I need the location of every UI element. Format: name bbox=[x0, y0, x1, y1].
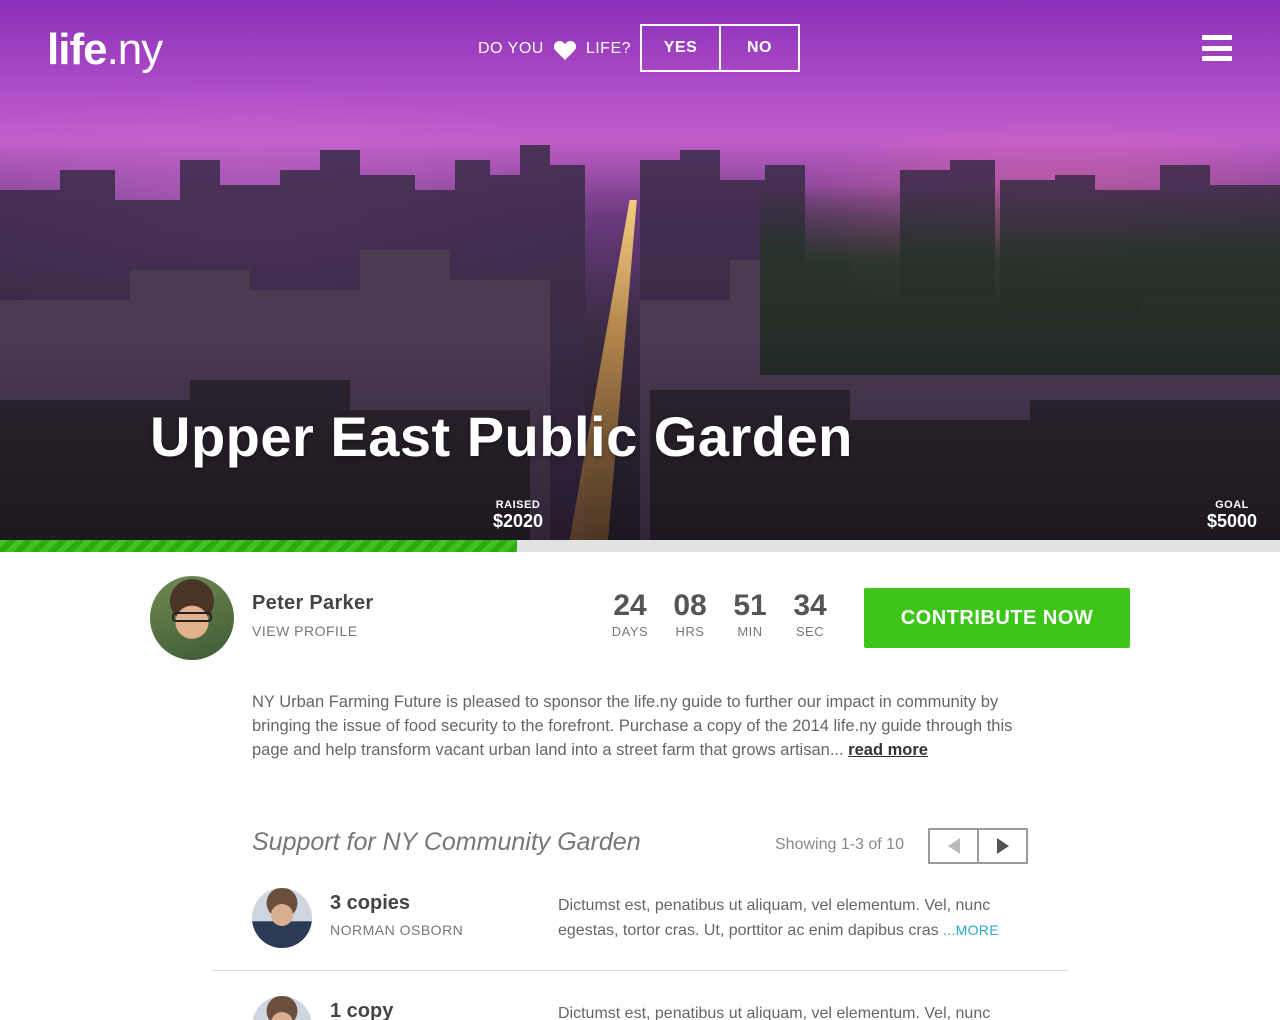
goal-value: $5000 bbox=[1206, 511, 1258, 531]
countdown-minutes-value: 51 bbox=[733, 589, 767, 622]
countdown-seconds-value: 34 bbox=[793, 589, 827, 622]
prev-page-button[interactable] bbox=[930, 830, 977, 862]
countdown-days-value: 24 bbox=[613, 589, 647, 622]
hero-banner: life.ny DO YOU LIFE? YES NO Upper East P… bbox=[0, 0, 1280, 540]
supporter-message-text: Dictumst est, penatibus ut aliquam, vel … bbox=[558, 897, 991, 939]
contribute-now-button[interactable]: CONTRIBUTE NOW bbox=[864, 588, 1130, 648]
countdown-hours: 08 HRS bbox=[660, 589, 720, 640]
site-logo[interactable]: life.ny bbox=[47, 25, 163, 75]
supporter-message: Dictumst est, penatibus ut aliquam, vel … bbox=[558, 1002, 1028, 1020]
support-section-title: Support for NY Community Garden bbox=[252, 828, 641, 856]
supporter-avatar[interactable] bbox=[252, 996, 312, 1020]
funding-progress-bar bbox=[0, 540, 1280, 552]
page-title: Upper East Public Garden bbox=[150, 405, 853, 468]
project-description: NY Urban Farming Future is pleased to sp… bbox=[252, 690, 1032, 762]
supporter-quantity: 3 copies bbox=[330, 892, 411, 914]
no-button[interactable]: NO bbox=[719, 26, 798, 70]
raised-value: $2020 bbox=[492, 511, 544, 531]
prompt-before: DO YOU bbox=[478, 40, 544, 57]
arrow-right-icon bbox=[996, 838, 1009, 854]
countdown-days-unit: DAYS bbox=[611, 624, 649, 639]
funding-progress-fill bbox=[0, 540, 518, 552]
owner-avatar[interactable] bbox=[150, 576, 234, 660]
read-more-link[interactable]: read more bbox=[848, 741, 928, 759]
owner-name: Peter Parker bbox=[252, 592, 374, 614]
countdown-minutes: 51 MIN bbox=[720, 589, 780, 640]
supporter-message: Dictumst est, penatibus ut aliquam, vel … bbox=[558, 894, 1028, 943]
supporter-more-link[interactable]: ...MORE bbox=[943, 922, 999, 938]
supporter-avatar[interactable] bbox=[252, 888, 312, 948]
supporter-row: 1 copy Dictumst est, penatibus ut aliqua… bbox=[252, 996, 1032, 1020]
countdown-timer: 24 DAYS 08 HRS 51 MIN 34 SEC bbox=[600, 589, 840, 640]
countdown-seconds: 34 SEC bbox=[780, 589, 840, 640]
supporter-message-text: Dictumst est, penatibus ut aliquam, vel … bbox=[558, 1005, 991, 1020]
raised-stat: RAISED $2020 bbox=[486, 499, 550, 532]
supporter-row: 3 copies NORMAN OSBORN Dictumst est, pen… bbox=[252, 888, 1032, 958]
countdown-days: 24 DAYS bbox=[600, 589, 660, 640]
countdown-seconds-unit: SEC bbox=[795, 624, 825, 639]
pagination-controls bbox=[928, 828, 1028, 864]
heart-icon bbox=[553, 41, 576, 60]
raised-label: RAISED bbox=[495, 499, 541, 511]
hamburger-icon[interactable] bbox=[1202, 35, 1232, 61]
countdown-minutes-unit: MIN bbox=[737, 624, 763, 639]
supporter-name[interactable]: NORMAN OSBORN bbox=[330, 922, 463, 938]
arrow-left-icon bbox=[947, 838, 960, 854]
row-divider bbox=[212, 970, 1068, 971]
love-life-prompt: DO YOU LIFE? bbox=[478, 38, 631, 60]
yes-button[interactable]: YES bbox=[642, 26, 719, 70]
yes-no-toggle: YES NO bbox=[640, 24, 800, 72]
next-page-button[interactable] bbox=[977, 830, 1026, 862]
supporter-quantity: 1 copy bbox=[330, 1000, 394, 1020]
countdown-hours-unit: HRS bbox=[675, 624, 705, 639]
goal-label: GOAL bbox=[1215, 499, 1249, 511]
pagination-status: Showing 1-3 of 10 bbox=[775, 836, 904, 853]
prompt-after: LIFE? bbox=[585, 40, 632, 57]
countdown-hours-value: 08 bbox=[673, 589, 707, 622]
view-profile-link[interactable]: VIEW PROFILE bbox=[252, 623, 358, 639]
goal-stat: GOAL $5000 bbox=[1200, 499, 1264, 532]
